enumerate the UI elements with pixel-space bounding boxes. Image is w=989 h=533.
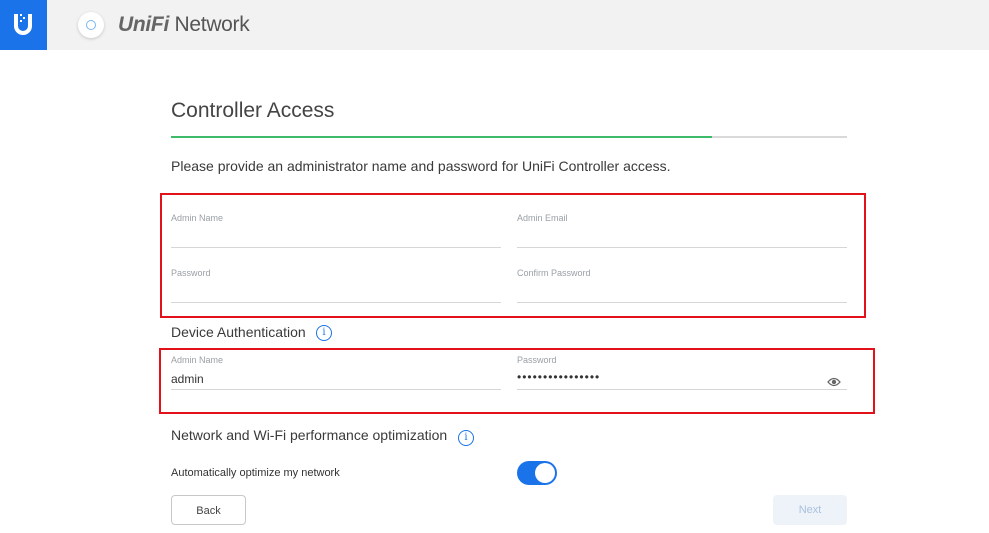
top-bar: UniFi Network	[0, 0, 989, 50]
device-admin-name-value[interactable]: admin	[171, 372, 204, 386]
admin-name-field[interactable]: Admin Name	[171, 213, 501, 248]
progress-fill	[171, 136, 712, 138]
admin-email-label: Admin Email	[517, 213, 568, 223]
device-admin-name-label: Admin Name	[171, 355, 224, 365]
password-field[interactable]: Password	[171, 268, 501, 303]
device-password-value[interactable]: ••••••••••••••••	[517, 370, 600, 384]
password-label: Password	[171, 268, 211, 278]
unifi-logo-icon[interactable]	[0, 0, 47, 50]
page-title: Controller Access	[171, 99, 335, 122]
device-password-field[interactable]: Password ••••••••••••••••	[517, 355, 847, 390]
device-password-label: Password	[517, 355, 557, 365]
auto-optimize-toggle[interactable]	[517, 461, 557, 485]
confirm-password-label: Confirm Password	[517, 268, 591, 278]
device-admin-name-field[interactable]: Admin Name admin	[171, 355, 501, 390]
admin-email-field[interactable]: Admin Email	[517, 213, 847, 248]
progress-bar	[171, 136, 847, 138]
confirm-password-field[interactable]: Confirm Password	[517, 268, 847, 303]
toggle-knob	[535, 463, 555, 483]
eye-icon[interactable]	[827, 374, 841, 392]
admin-name-label: Admin Name	[171, 213, 224, 223]
optimization-info-icon[interactable]: i	[458, 430, 474, 446]
device-auth-title: Device Authentication	[171, 324, 306, 340]
device-auth-info-icon[interactable]: i	[316, 325, 332, 341]
intro-text: Please provide an administrator name and…	[171, 158, 671, 174]
app-title: UniFi Network	[118, 13, 250, 36]
auto-optimize-label: Automatically optimize my network	[171, 467, 340, 479]
ring-icon[interactable]	[78, 12, 104, 38]
back-button[interactable]: Back	[171, 495, 246, 525]
optimization-title: Network and Wi-Fi performance optimizati…	[171, 427, 448, 443]
next-button[interactable]: Next	[773, 495, 847, 525]
